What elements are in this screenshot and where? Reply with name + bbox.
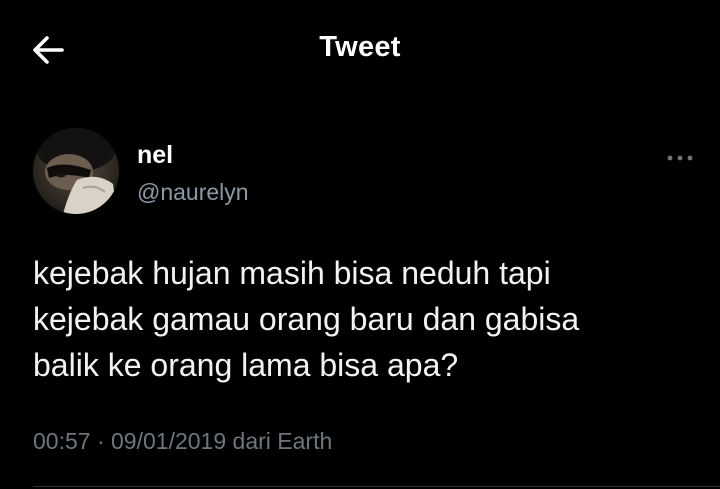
tweet-date[interactable]: 09/01/2019 xyxy=(111,428,226,454)
tweet-text: kejebak hujan masih bisa neduh tapi keje… xyxy=(33,255,580,383)
top-bar: Tweet xyxy=(0,0,720,100)
user-handle[interactable]: @naurelyn xyxy=(137,179,249,206)
more-horizontal-icon xyxy=(667,155,693,161)
divider xyxy=(33,486,720,487)
profile-photo xyxy=(33,128,119,214)
tweet-time[interactable]: 00:57 xyxy=(33,428,91,454)
display-name[interactable]: nel xyxy=(137,141,173,170)
tweet-metadata: 00:57 · 09/01/2019 dari Earth xyxy=(33,428,332,455)
avatar[interactable] xyxy=(33,128,119,214)
tweet-source: dari Earth xyxy=(232,428,333,454)
meta-separator: · xyxy=(96,428,105,454)
more-options-button[interactable] xyxy=(662,146,698,170)
page-title: Tweet xyxy=(319,31,401,63)
